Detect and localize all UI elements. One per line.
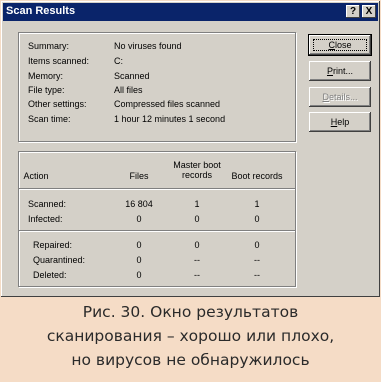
files-cell: 0 (136, 270, 142, 280)
mbr-cell: 1 (194, 199, 200, 209)
figure-caption: Рис. 30. Окно результатов сканирования –… (0, 300, 381, 372)
focus-rect (313, 39, 367, 51)
files-cell: 0 (136, 240, 142, 250)
summary-value: All files (114, 85, 143, 95)
summary-label: Summary: (28, 41, 70, 51)
details-button-label: Details... (322, 92, 358, 102)
summary-panel: Summary: No viruses found Items scanned:… (18, 32, 296, 142)
row-label: Quarantined: (33, 255, 86, 265)
results-divider (19, 230, 295, 232)
header-boot: Boot records (231, 171, 283, 181)
summary-label: File type: (28, 85, 65, 95)
summary-label: Other settings: (28, 99, 87, 109)
header-divider (19, 188, 295, 190)
summary-value: C: (114, 56, 123, 66)
mbr-cell: 0 (194, 214, 200, 224)
print-button-label: Print... (326, 66, 354, 76)
row-label: Repaired: (33, 240, 73, 250)
help-icon[interactable]: ? (346, 5, 360, 18)
header-mbr-line1: Master boot (173, 160, 221, 170)
caption-line: сканирования – хорошо или плохо, (46, 327, 335, 345)
summary-value: Scanned (114, 71, 150, 81)
header-files: Files (129, 171, 149, 181)
boot-cell: 0 (254, 214, 260, 224)
mbr-cell: -- (194, 255, 200, 265)
row-label: Infected: (28, 214, 63, 224)
summary-value: No viruses found (114, 41, 182, 51)
caption-line: но вирусов не обнаружилось (71, 351, 310, 369)
scan-results-window: Scan Results ? X Summary: No viruses fou… (1, 1, 380, 297)
boot-cell: 0 (254, 240, 260, 250)
summary-label: Memory: (28, 71, 64, 81)
files-cell: 16 804 (125, 199, 153, 209)
help-button-label: Help (330, 117, 350, 127)
title-bar[interactable]: Scan Results ? X (3, 3, 378, 21)
results-table: Action Files Master boot records Boot re… (18, 151, 296, 287)
details-button[interactable]: Details... (309, 87, 371, 107)
close-icon[interactable]: X (362, 5, 376, 18)
summary-label: Items scanned: (28, 56, 90, 66)
header-mbr-line2: records (181, 170, 212, 180)
help-button[interactable]: Help (309, 112, 371, 132)
window-title: Scan Results (6, 5, 76, 17)
summary-label: Scan time: (28, 114, 71, 124)
mbr-cell: 0 (194, 240, 200, 250)
print-button[interactable]: Print... (309, 61, 371, 81)
boot-cell: 1 (254, 199, 260, 209)
boot-cell: -- (254, 255, 260, 265)
caption-line: Рис. 30. Окно результатов (82, 303, 299, 321)
summary-value: 1 hour 12 minutes 1 second (114, 114, 226, 124)
mbr-cell: -- (194, 270, 200, 280)
row-label: Scanned: (28, 199, 67, 209)
files-cell: 0 (136, 214, 142, 224)
header-action: Action (23, 171, 49, 181)
files-cell: 0 (136, 255, 142, 265)
summary-value: Compressed files scanned (114, 99, 221, 109)
boot-cell: -- (254, 270, 260, 280)
row-label: Deleted: (33, 270, 67, 280)
close-button[interactable]: Close (308, 34, 372, 56)
